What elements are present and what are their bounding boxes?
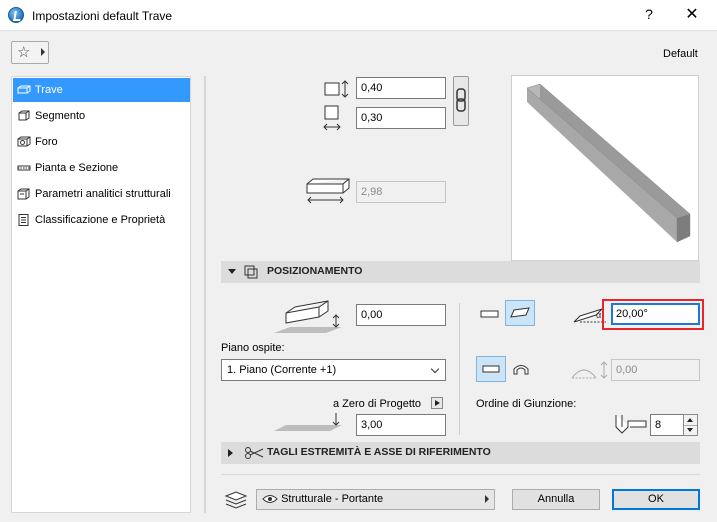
chain-link-icon (456, 88, 466, 112)
structural-analysis-icon (17, 188, 30, 200)
window-title: Impostazioni default Trave (32, 9, 173, 23)
star-icon: ☆ (17, 44, 31, 61)
dropdown-arrow-icon (41, 48, 45, 56)
slanted-beam-toggle[interactable] (505, 300, 535, 326)
junction-order-field[interactable]: 8 (650, 414, 684, 436)
zero-reference-field[interactable]: 3,00 (356, 414, 446, 436)
nav-item-label: Classificazione e Proprietà (35, 214, 166, 226)
nav-item-classificazione[interactable]: Classificazione e Proprietà (13, 208, 190, 232)
cancel-button[interactable]: Annulla (512, 489, 600, 510)
beam-width-icon (323, 105, 341, 131)
end-cuts-icon (245, 447, 264, 459)
arc-offset-icon (571, 361, 608, 379)
section-title: TAGLI ESTREMITÀ E ASSE DI RIFERIMENTO (267, 446, 491, 458)
nav-item-label: Pianta e Sezione (35, 162, 119, 174)
nav-item-trave[interactable]: Trave (13, 78, 190, 102)
straight-beam-toggle[interactable] (476, 356, 506, 382)
settings-nav-panel: Trave Segmento Foro Pianta e Sezione Par… (11, 76, 191, 513)
close-button[interactable]: ✕ (683, 4, 701, 24)
nav-item-foro[interactable]: Foro (13, 130, 190, 154)
ok-button[interactable]: OK (612, 489, 700, 510)
positioning-section-header[interactable]: POSIZIONAMENTO (221, 261, 700, 283)
zero-reference-menu-button[interactable] (431, 397, 443, 409)
classification-icon (18, 214, 29, 226)
slanted-beam-icon (510, 307, 530, 318)
beam-offset-icon (274, 300, 342, 333)
junction-order-icon (615, 415, 647, 434)
beam-3d-preview (511, 75, 699, 261)
zero-reference-icon (274, 413, 342, 431)
layer-select[interactable]: Strutturale - Portante (256, 489, 495, 510)
archicad-app-icon (8, 7, 24, 23)
plan-section-icon (17, 165, 31, 171)
nav-item-label: Trave (35, 84, 63, 96)
nav-item-pianta-sezione[interactable]: Pianta e Sezione (13, 156, 190, 180)
layer-icon (224, 491, 248, 509)
straight-beam-icon (482, 365, 500, 373)
junction-order-label: Ordine di Giunzione: (476, 398, 577, 410)
positioning-icon (244, 265, 258, 279)
collapse-arrow-icon (228, 269, 236, 274)
beam-length-field: 2,98 (356, 181, 446, 203)
end-cuts-section-header[interactable]: TAGLI ESTREMITÀ E ASSE DI RIFERIMENTO (221, 442, 700, 464)
nav-item-label: Segmento (35, 110, 86, 122)
beam-height-icon (324, 80, 349, 98)
beam-length-icon (306, 178, 350, 204)
beam-3d-model (526, 83, 691, 243)
host-story-select[interactable]: 1. Piano (Corrente +1) (221, 359, 446, 381)
layer-select-value: Strutturale - Portante (281, 493, 384, 505)
panel-splitter[interactable] (204, 76, 206, 513)
stepper-up-icon[interactable] (687, 418, 693, 422)
eye-icon (262, 495, 278, 504)
vertical-divider (459, 303, 460, 435)
arrow-right-icon (485, 495, 489, 503)
host-story-label: Piano ospite: (221, 342, 285, 354)
slope-angle-field[interactable]: 20,00° (611, 303, 700, 325)
stepper-down-icon[interactable] (687, 428, 693, 432)
beam-offset-field[interactable]: 0,00 (356, 304, 446, 326)
chevron-down-icon (430, 364, 440, 374)
host-story-value: 1. Piano (Corrente +1) (227, 364, 337, 376)
footer-divider (221, 474, 700, 475)
default-label: Default (663, 48, 698, 60)
horizontal-beam-icon (480, 310, 499, 318)
curved-beam-icon[interactable] (511, 360, 531, 378)
nav-item-label: Parametri analitici strutturali (35, 188, 171, 200)
nav-item-parametri-analitici[interactable]: Parametri analitici strutturali (13, 182, 190, 206)
junction-order-stepper[interactable] (683, 414, 698, 436)
nav-item-label: Foro (35, 136, 58, 148)
segment-icon (18, 110, 30, 121)
beam-icon (17, 85, 31, 94)
beam-height-field[interactable]: 0,40 (356, 77, 446, 99)
section-title: POSIZIONAMENTO (267, 265, 363, 277)
svg-text:α: α (596, 310, 601, 320)
beam-width-field[interactable]: 0,30 (356, 107, 446, 129)
help-button[interactable]: ? (640, 6, 658, 22)
link-dimensions-toggle[interactable] (453, 76, 469, 126)
hole-icon (17, 136, 31, 147)
arc-offset-field: 0,00 (611, 359, 700, 381)
nav-item-segmento[interactable]: Segmento (13, 104, 190, 128)
zero-reference-label: a Zero di Progetto (333, 398, 422, 410)
favorites-button[interactable]: ☆ (11, 41, 49, 64)
expand-arrow-icon (228, 449, 233, 457)
